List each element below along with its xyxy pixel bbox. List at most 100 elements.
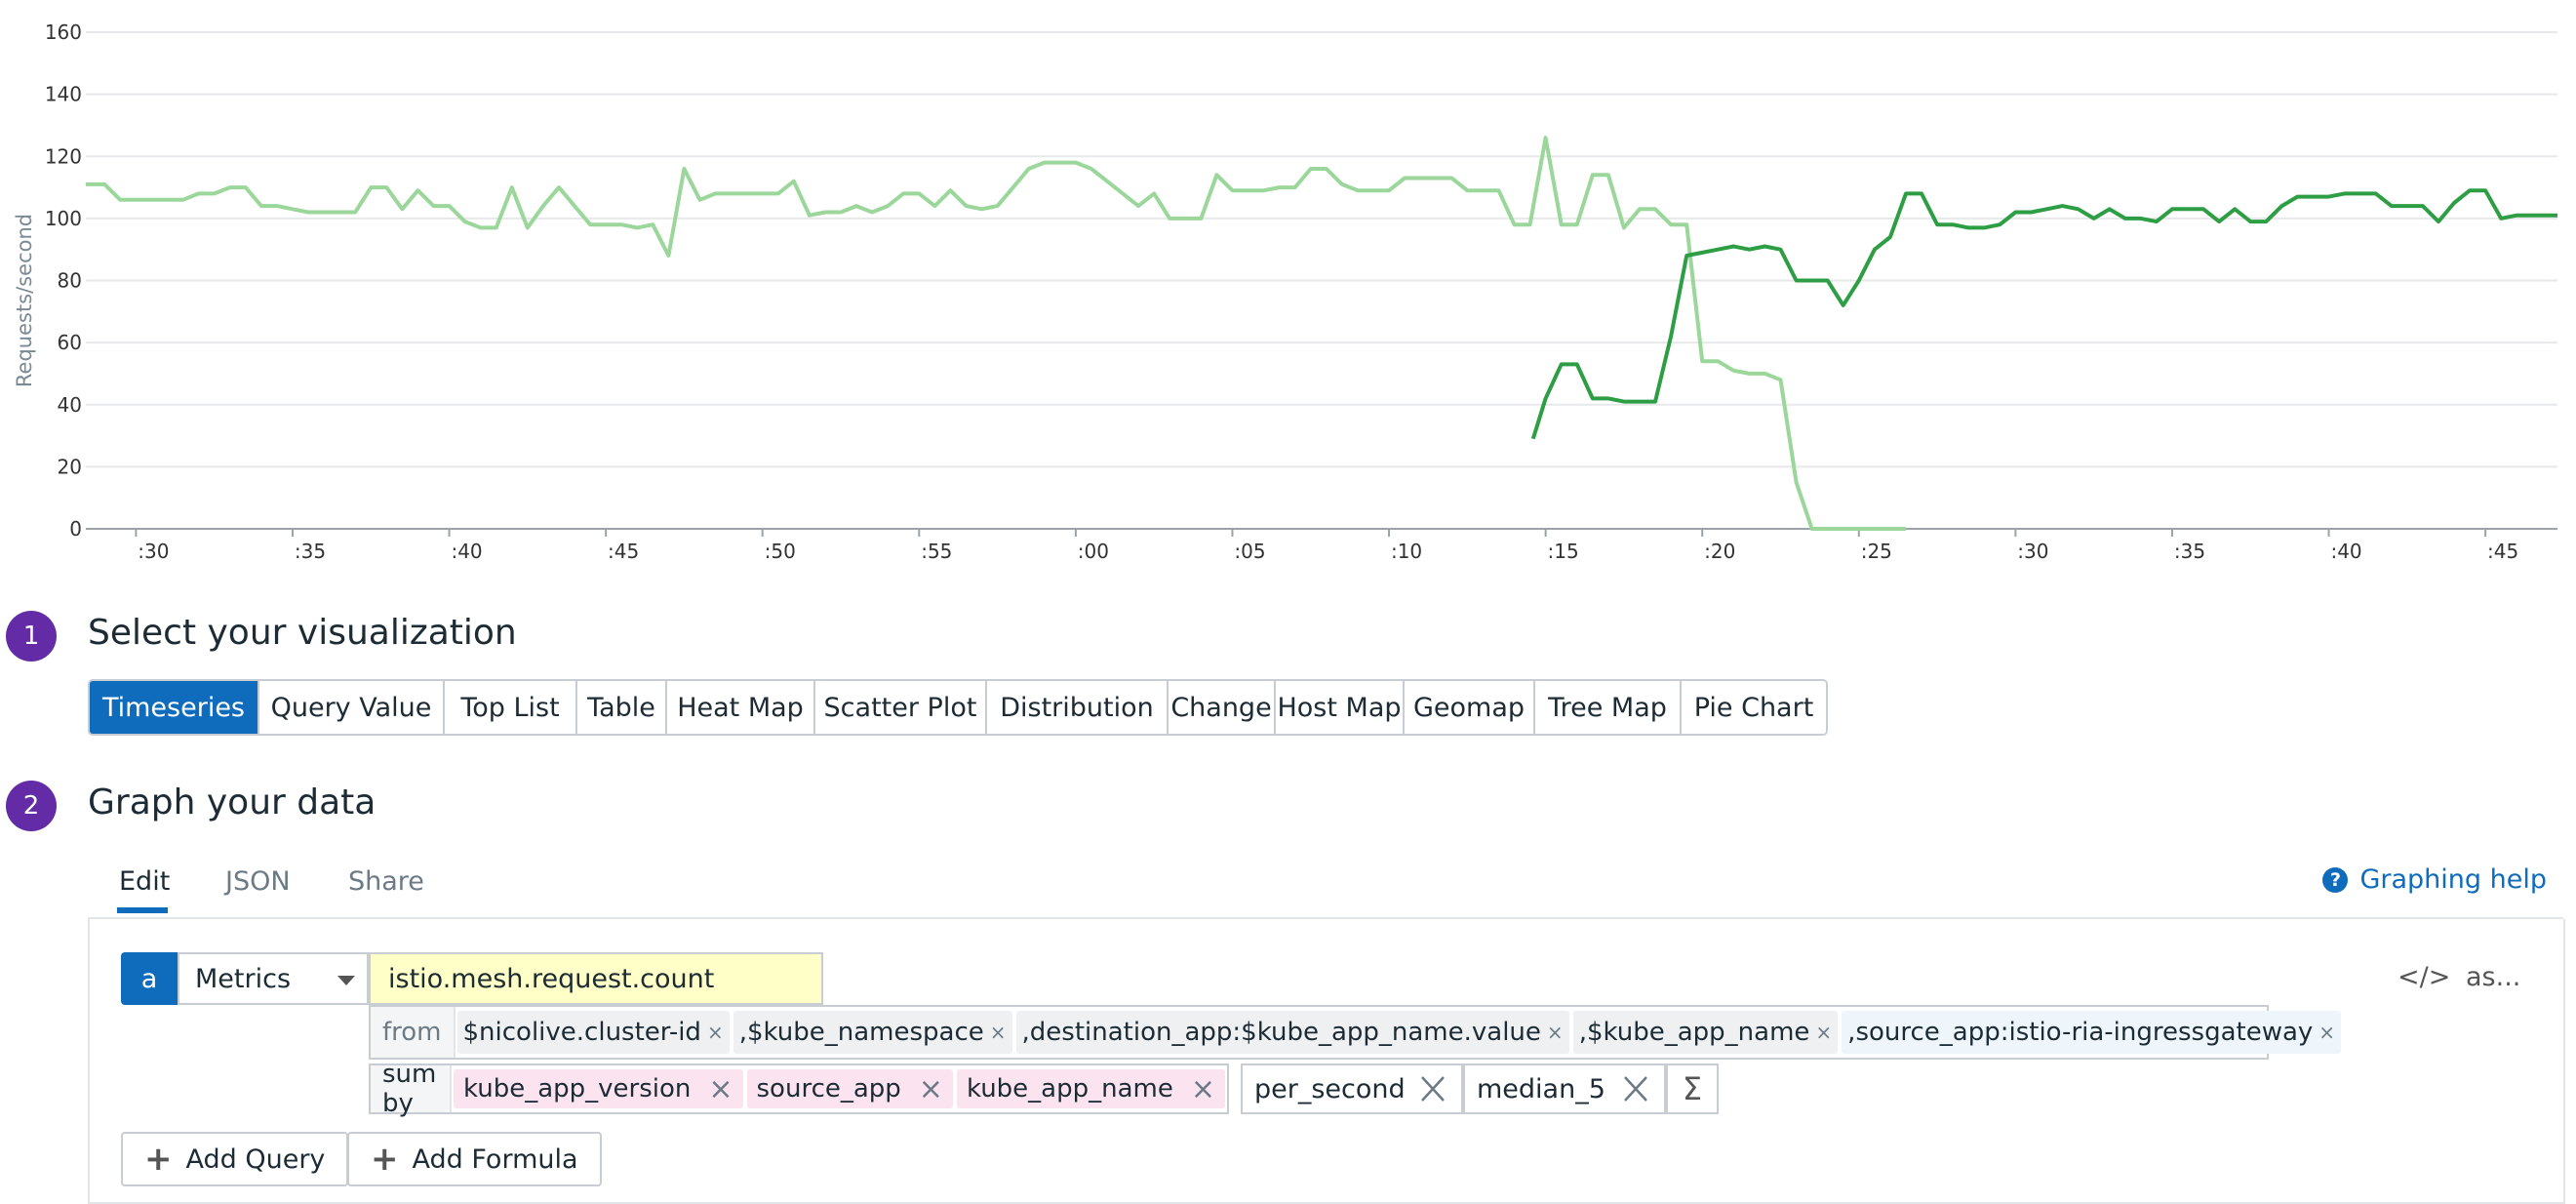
y-tick-label: 100 [45, 207, 82, 230]
plus-icon: + [144, 1140, 173, 1179]
chart-series [86, 136, 2557, 531]
close-icon[interactable]: × [1547, 1021, 1564, 1044]
metric-input[interactable]: istio.mesh.request.count [369, 952, 823, 1005]
graphing-help-label: Graphing help [2359, 864, 2547, 895]
x-axis-ticks: :30:35:40:45:50:55:00:05:10:15:20:25:30:… [135, 529, 2518, 563]
x-tick-label: :35 [295, 540, 326, 563]
sum-by-tag-label: kube_app_name [966, 1074, 1173, 1104]
viz-type-top-list[interactable]: Top List [445, 681, 577, 734]
from-tag[interactable]: $nicolive.cluster-id × [456, 1011, 730, 1054]
viz-type-scatter-plot[interactable]: Scatter Plot [815, 681, 987, 734]
series-line-1 [86, 136, 1906, 531]
x-tick-label: :30 [138, 540, 169, 563]
viz-type-geomap[interactable]: Geomap [1405, 681, 1535, 734]
viz-type-timeseries[interactable]: Timeseries [90, 681, 259, 734]
from-label: from [371, 1007, 456, 1058]
close-icon[interactable]: × [708, 1072, 733, 1106]
sum-by-tag-label: kube_app_version [462, 1074, 692, 1104]
x-tick-label: :40 [2330, 540, 2361, 563]
y-tick-label: 80 [58, 269, 82, 293]
add-formula-label: Add Formula [412, 1144, 578, 1175]
close-icon[interactable]: × [1815, 1021, 1832, 1044]
add-formula-button[interactable]: + Add Formula [347, 1132, 602, 1186]
x-tick-label: :00 [1078, 540, 1109, 563]
function-median-5[interactable]: median_5 [1463, 1064, 1666, 1114]
function-label: per_second [1254, 1073, 1406, 1104]
tag-separator: , [1847, 1018, 1856, 1047]
data-source-label: Metrics [195, 963, 292, 994]
x-tick-label: :45 [2487, 540, 2518, 563]
viz-type-heat-map[interactable]: Heat Map [667, 681, 815, 734]
sum-by-label: sum by [371, 1060, 452, 1118]
x-tick-label: :35 [2174, 540, 2205, 563]
viz-type-change[interactable]: Change [1169, 681, 1276, 734]
query-letter[interactable]: a [121, 952, 178, 1005]
close-icon[interactable]: × [990, 1021, 1007, 1044]
x-tick-label: :40 [451, 540, 482, 563]
step-2-badge: 2 [6, 781, 57, 831]
function-label: median_5 [1477, 1073, 1605, 1104]
x-tick-label: :05 [1234, 540, 1265, 563]
from-tag-label: $kube_app_name [1586, 1018, 1810, 1047]
viz-type-query-value[interactable]: Query Value [259, 681, 445, 734]
code-toggle-icon[interactable]: </> [2398, 962, 2450, 992]
alias-button[interactable]: as... [2466, 962, 2520, 992]
tab-share[interactable]: Share [348, 866, 424, 897]
tag-separator: , [1021, 1018, 1030, 1047]
from-tag-label: $kube_namespace [746, 1018, 984, 1047]
close-icon[interactable]: × [919, 1072, 943, 1106]
y-tick-label: 20 [58, 455, 82, 478]
chevron-down-icon [337, 976, 355, 985]
plus-icon: + [371, 1140, 399, 1179]
viz-type-pie-chart[interactable]: Pie Chart [1682, 681, 1826, 734]
close-icon[interactable] [1619, 1069, 1652, 1108]
from-tag[interactable]: , $kube_namespace × [733, 1011, 1012, 1054]
help-icon: ? [2322, 866, 2349, 893]
sum-by-tag[interactable]: kube_app_version × [453, 1069, 743, 1108]
from-tag-label: source_app:istio-ria-ingressgateway [1855, 1018, 2314, 1047]
x-tick-label: :30 [2017, 540, 2048, 563]
x-tick-label: :20 [1704, 540, 1735, 563]
close-icon[interactable] [1416, 1069, 1449, 1108]
step-2-title: Graph your data [88, 783, 376, 823]
x-tick-label: :45 [608, 540, 639, 563]
sum-by-tag[interactable]: source_app × [746, 1069, 953, 1108]
viz-type-host-map[interactable]: Host Map [1276, 681, 1405, 734]
viz-type-table[interactable]: Table [577, 681, 667, 734]
from-tag[interactable]: , destination_app:$kube_app_name.value × [1015, 1011, 1569, 1054]
add-query-button[interactable]: + Add Query [121, 1132, 349, 1186]
x-tick-label: :10 [1391, 540, 1422, 563]
viz-type-tree-map[interactable]: Tree Map [1535, 681, 1682, 734]
function-per-second[interactable]: per_second [1241, 1064, 1463, 1114]
viz-type-distribution[interactable]: Distribution [987, 681, 1169, 734]
tab-json[interactable]: JSON [225, 866, 291, 897]
from-tag-label: $nicolive.cluster-id [462, 1018, 701, 1047]
add-query-label: Add Query [185, 1144, 326, 1175]
close-icon[interactable]: × [707, 1021, 724, 1044]
close-icon[interactable]: × [2318, 1021, 2335, 1044]
y-tick-label: 120 [45, 144, 82, 168]
x-tick-label: :15 [1548, 540, 1579, 563]
tag-separator: , [1578, 1018, 1587, 1047]
close-icon[interactable]: × [1191, 1072, 1215, 1106]
from-tag[interactable]: , source_app:istio-ria-ingressgateway × [1842, 1011, 2342, 1054]
step-1-badge: 1 [6, 611, 57, 662]
timeseries-chart: 0 20 40 60 80 100 120 140 160 :30:35:40:45:50:55… [13, 20, 2557, 563]
step-1-title: Select your visualization [88, 613, 517, 653]
y-tick-label: 140 [45, 83, 82, 106]
y-tick-label: 160 [45, 20, 82, 44]
y-axis-label: Requests/second [13, 214, 36, 387]
from-filter-row[interactable]: from $nicolive.cluster-id ×, $kube_namespa… [369, 1005, 2342, 1060]
sum-by-row[interactable]: sum by kube_app_version × source_app × kube_… [369, 1060, 1229, 1118]
sum-by-tag-label: source_app [756, 1074, 901, 1104]
graphing-help-link[interactable]: ? Graphing help [2322, 864, 2547, 895]
active-tab-indicator [117, 907, 168, 913]
sum-by-tag[interactable]: kube_app_name × [956, 1069, 1225, 1108]
tag-separator: , [738, 1018, 747, 1047]
tab-edit[interactable]: Edit [119, 866, 170, 897]
from-tag[interactable]: , $kube_app_name × [1572, 1011, 1839, 1054]
data-source-select[interactable]: Metrics [178, 952, 369, 1005]
visualization-selector: Timeseries Query Value Top List Table Heat M… [88, 679, 1828, 736]
x-tick-label: :25 [1861, 540, 1892, 563]
add-function-button[interactable]: Σ [1666, 1064, 1719, 1114]
